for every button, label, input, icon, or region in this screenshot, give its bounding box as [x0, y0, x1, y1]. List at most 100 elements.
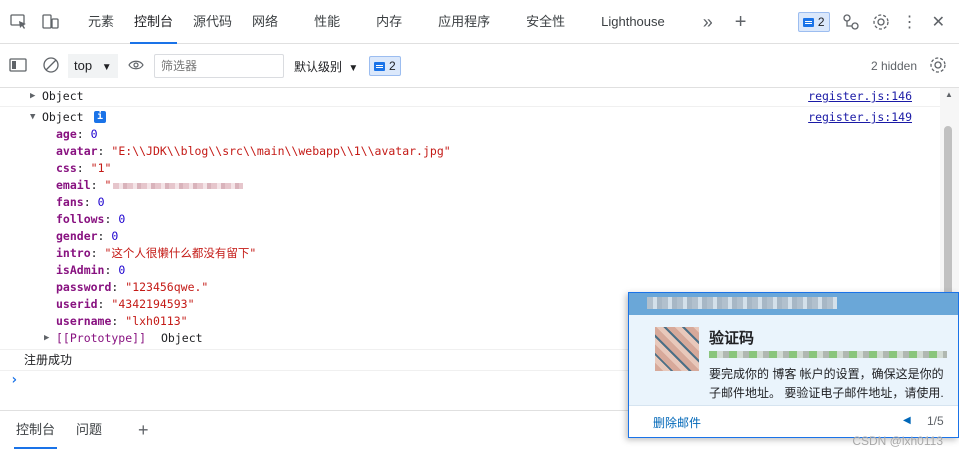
- prototype-key: [[Prototype]]: [56, 331, 147, 345]
- notification-body-line2: 子邮件地址。 要验证电子邮件地址，请使用.: [709, 386, 944, 400]
- tab-security[interactable]: 安全性: [526, 0, 565, 44]
- property-colon: :: [104, 212, 112, 226]
- console-toolbar: top ▼ 默认级别 ▼ 2 2 hidden: [0, 44, 959, 88]
- property-pair: gender: 0: [56, 228, 118, 245]
- context-select[interactable]: top ▼: [68, 54, 118, 78]
- property-value: "E:\\JDK\\blog\\src\\main\\webapp\\1\\av…: [111, 144, 451, 158]
- more-tabs-icon[interactable]: »: [703, 0, 713, 44]
- toolbar-issues-badge[interactable]: 2: [369, 56, 401, 76]
- drawer-tab-issues[interactable]: 问题: [76, 411, 102, 449]
- message-icon: [802, 17, 814, 27]
- object-property[interactable]: intro: "这个人很懒什么都没有留下": [0, 245, 940, 262]
- console-settings-gear-icon[interactable]: [929, 56, 947, 74]
- previous-arrow-icon[interactable]: ◀: [903, 415, 911, 426]
- property-key: css: [56, 161, 77, 175]
- object-property[interactable]: gender: 0: [0, 228, 940, 245]
- property-pair: email: ": [56, 177, 244, 194]
- property-pair: intro: "这个人很懒什么都没有留下": [56, 245, 256, 262]
- object-property[interactable]: css: "1": [0, 160, 940, 177]
- tab-sources[interactable]: 源代码: [193, 0, 232, 44]
- expanded-object[interactable]: Object: [42, 109, 84, 126]
- dropdown-arrow-icon: ▼: [348, 63, 359, 74]
- object-property[interactable]: follows: 0: [0, 211, 940, 228]
- property-colon: :: [76, 127, 84, 141]
- property-colon: :: [83, 195, 91, 209]
- property-colon: :: [104, 263, 112, 277]
- add-tab-icon[interactable]: +: [735, 0, 747, 44]
- property-key: fans: [56, 195, 84, 209]
- inspect-element-icon[interactable]: [8, 11, 30, 33]
- source-link[interactable]: register.js:149: [808, 109, 912, 126]
- object-property[interactable]: avatar: "E:\\JDK\\blog\\src\\main\\webap…: [0, 143, 940, 160]
- issues-badge[interactable]: 2: [797, 12, 830, 32]
- drawer-add-tab-icon[interactable]: +: [138, 411, 149, 449]
- tab-lighthouse[interactable]: Lighthouse: [601, 0, 665, 44]
- tab-console[interactable]: 控制台: [130, 0, 178, 44]
- property-value: 0: [97, 195, 105, 209]
- property-value: "123456qwe.": [125, 280, 209, 294]
- divider: [0, 106, 940, 107]
- property-key: avatar: [56, 144, 98, 158]
- property-key: userid: [56, 297, 98, 311]
- settings-gear-icon[interactable]: [872, 13, 890, 31]
- notification-title: 验证码: [709, 330, 755, 347]
- expand-triangle-icon[interactable]: ▶: [30, 88, 35, 105]
- source-link[interactable]: register.js:146: [808, 88, 912, 105]
- email-notification[interactable]: 验证码 要完成你的 博客 帐户的设置，确保这是你的 子邮件地址。 要验证电子邮件…: [628, 292, 959, 438]
- object-property[interactable]: age: 0: [0, 126, 940, 143]
- hidden-count: 2 hidden: [870, 59, 917, 73]
- notification-footer: 删除邮件 ◀ 1/5: [629, 405, 958, 437]
- property-value: ": [104, 178, 112, 192]
- toolbar-issues-count: 2: [389, 59, 396, 73]
- prototype-value: Object: [161, 331, 203, 345]
- object-property[interactable]: email: ": [0, 177, 940, 194]
- property-colon: :: [90, 246, 98, 260]
- object-property[interactable]: fans: 0: [0, 194, 940, 211]
- property-colon: :: [111, 314, 119, 328]
- issues-count: 2: [817, 15, 825, 29]
- tab-memory[interactable]: 内存: [376, 0, 402, 44]
- collapsed-object[interactable]: Object: [42, 88, 84, 105]
- clear-console-icon[interactable]: [42, 56, 60, 74]
- log-levels-dropdown[interactable]: 默认级别 ▼: [294, 58, 358, 75]
- blurred-subject: [709, 351, 947, 358]
- property-colon: :: [90, 178, 98, 192]
- close-devtools-icon[interactable]: ✕: [932, 12, 945, 32]
- property-colon: :: [111, 280, 119, 294]
- filter-input[interactable]: [154, 54, 284, 78]
- drawer-tab-console[interactable]: 控制台: [13, 411, 58, 449]
- property-colon: :: [97, 229, 105, 243]
- expand-triangle-icon[interactable]: ▶: [44, 330, 49, 347]
- info-badge-icon[interactable]: i: [94, 111, 106, 123]
- property-pair: follows: 0: [56, 211, 125, 228]
- delete-email-button[interactable]: 删除邮件: [653, 414, 701, 431]
- tab-application[interactable]: 应用程序: [438, 0, 490, 44]
- blurred-sender: [647, 297, 837, 309]
- property-key: email: [56, 178, 91, 192]
- pager: 1/5: [927, 414, 944, 428]
- property-pair: avatar: "E:\\JDK\\blog\\src\\main\\webap…: [56, 143, 451, 160]
- property-value: "这个人很懒什么都没有留下": [104, 246, 257, 260]
- tab-elements[interactable]: 元素: [88, 0, 114, 44]
- property-colon: :: [76, 161, 84, 175]
- connection-icon[interactable]: [842, 13, 860, 31]
- tab-network[interactable]: 网络: [252, 0, 278, 44]
- object-property[interactable]: isAdmin: 0: [0, 262, 940, 279]
- scroll-up-arrow-icon[interactable]: ▲: [945, 90, 953, 99]
- blurred-email: [113, 182, 244, 189]
- live-expression-eye-icon[interactable]: [128, 58, 144, 72]
- console-message[interactable]: ▼ Object i register.js:149: [0, 109, 940, 126]
- console-message[interactable]: ▶ Object register.js:146: [0, 88, 940, 105]
- context-value: top: [74, 58, 93, 73]
- property-pair: fans: 0: [56, 194, 105, 211]
- more-options-icon[interactable]: ⋮: [902, 12, 918, 32]
- property-value: 0: [111, 229, 119, 243]
- collapse-triangle-icon[interactable]: ▼: [30, 109, 35, 126]
- message-icon: [374, 61, 385, 71]
- device-toolbar-icon[interactable]: [40, 11, 62, 33]
- log-levels-label: 默认级别: [294, 60, 343, 74]
- property-key: password: [56, 280, 112, 294]
- sidebar-toggle-icon[interactable]: [9, 58, 27, 72]
- tab-performance[interactable]: 性能: [314, 0, 340, 44]
- tabbar-right-tools: 2 ⋮ ✕: [797, 0, 959, 44]
